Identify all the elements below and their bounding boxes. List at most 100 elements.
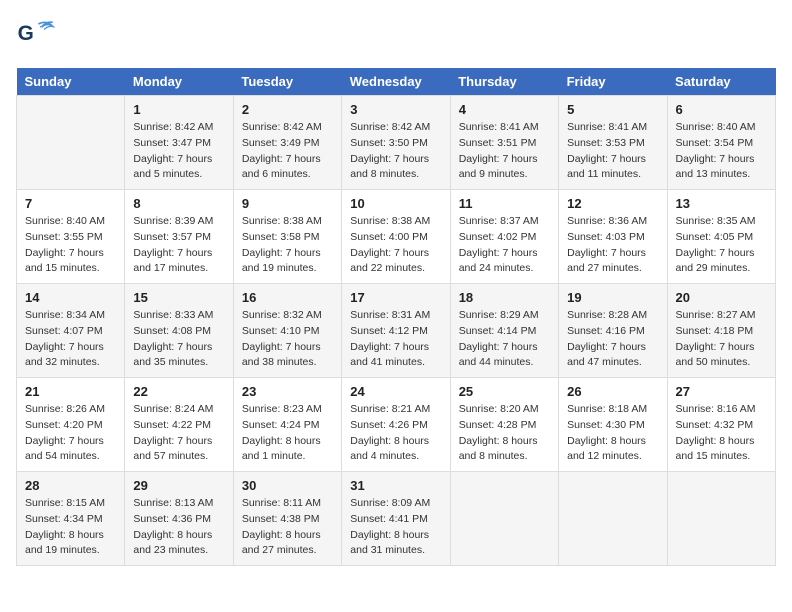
sunrise-text: Sunrise: 8:28 AM	[567, 308, 658, 324]
day-number: 2	[242, 102, 333, 117]
daylight-text: Daylight: 7 hours and 13 minutes.	[676, 152, 767, 184]
day-info: Sunrise: 8:41 AMSunset: 3:53 PMDaylight:…	[567, 120, 658, 183]
weekday-header-friday: Friday	[559, 68, 667, 96]
day-number: 15	[133, 290, 224, 305]
calendar-cell: 4Sunrise: 8:41 AMSunset: 3:51 PMDaylight…	[450, 96, 558, 190]
day-info: Sunrise: 8:40 AMSunset: 3:54 PMDaylight:…	[676, 120, 767, 183]
day-info: Sunrise: 8:42 AMSunset: 3:49 PMDaylight:…	[242, 120, 333, 183]
day-number: 7	[25, 196, 116, 211]
sunset-text: Sunset: 4:41 PM	[350, 512, 441, 528]
calendar-cell: 24Sunrise: 8:21 AMSunset: 4:26 PMDayligh…	[342, 378, 450, 472]
daylight-text: Daylight: 7 hours and 50 minutes.	[676, 340, 767, 372]
calendar-cell: 2 Sunrise: 8:42 AMSunset: 3:49 PMDaylight…	[233, 96, 341, 190]
sunrise-text: Sunrise: 8:42 AM	[242, 120, 333, 136]
day-number: 4	[459, 102, 550, 117]
daylight-text: Daylight: 8 hours and 15 minutes.	[676, 434, 767, 466]
sunset-text: Sunset: 3:57 PM	[133, 230, 224, 246]
calendar-cell: 18Sunrise: 8:29 AMSunset: 4:14 PMDayligh…	[450, 284, 558, 378]
sunset-text: Sunset: 4:08 PM	[133, 324, 224, 340]
weekday-header-tuesday: Tuesday	[233, 68, 341, 96]
calendar-cell: 12Sunrise: 8:36 AMSunset: 4:03 PMDayligh…	[559, 190, 667, 284]
sunrise-text: Sunrise: 8:16 AM	[676, 402, 767, 418]
calendar-cell: 29Sunrise: 8:13 AMSunset: 4:36 PMDayligh…	[125, 472, 233, 566]
calendar-header-row: SundayMondayTuesdayWednesdayThursdayFrid…	[17, 68, 776, 96]
calendar-cell: 9 Sunrise: 8:38 AMSunset: 3:58 PMDaylight…	[233, 190, 341, 284]
sunrise-text: Sunrise: 8:42 AM	[133, 120, 224, 136]
day-number: 30	[242, 478, 333, 493]
daylight-text: Daylight: 7 hours and 11 minutes.	[567, 152, 658, 184]
sunrise-text: Sunrise: 8:40 AM	[25, 214, 116, 230]
daylight-text: Daylight: 7 hours and 57 minutes.	[133, 434, 224, 466]
day-info: Sunrise: 8:15 AMSunset: 4:34 PMDaylight:…	[25, 496, 116, 559]
page-header: G	[16, 16, 776, 56]
sunset-text: Sunset: 4:18 PM	[676, 324, 767, 340]
weekday-header-sunday: Sunday	[17, 68, 125, 96]
daylight-text: Daylight: 8 hours and 1 minute.	[242, 434, 333, 466]
daylight-text: Daylight: 7 hours and 27 minutes.	[567, 246, 658, 278]
day-number: 28	[25, 478, 116, 493]
calendar-cell: 30Sunrise: 8:11 AMSunset: 4:38 PMDayligh…	[233, 472, 341, 566]
day-number: 11	[459, 196, 550, 211]
calendar-week-row: 7Sunrise: 8:40 AMSunset: 3:55 PMDaylight…	[17, 190, 776, 284]
day-info: Sunrise: 8:29 AMSunset: 4:14 PMDaylight:…	[459, 308, 550, 371]
calendar-cell: 10Sunrise: 8:38 AMSunset: 4:00 PMDayligh…	[342, 190, 450, 284]
calendar-cell: 27 Sunrise: 8:16 AMSunset: 4:32 PMDayligh…	[667, 378, 775, 472]
day-number: 17	[350, 290, 441, 305]
daylight-text: Daylight: 7 hours and 35 minutes.	[133, 340, 224, 372]
sunset-text: Sunset: 3:54 PM	[676, 136, 767, 152]
day-number: 10	[350, 196, 441, 211]
daylight-text: Daylight: 7 hours and 5 minutes.	[133, 152, 224, 184]
logo: G	[16, 16, 58, 56]
sunrise-text: Sunrise: 8:21 AM	[350, 402, 441, 418]
day-info: Sunrise: 8:39 AMSunset: 3:57 PMDaylight:…	[133, 214, 224, 277]
daylight-text: Daylight: 7 hours and 22 minutes.	[350, 246, 441, 278]
calendar-cell: 28 Sunrise: 8:15 AMSunset: 4:34 PMDayligh…	[17, 472, 125, 566]
day-info: Sunrise: 8:28 AMSunset: 4:16 PMDaylight:…	[567, 308, 658, 371]
calendar-cell	[667, 472, 775, 566]
day-number: 12	[567, 196, 658, 211]
sunrise-text: Sunrise: 8:31 AM	[350, 308, 441, 324]
sunset-text: Sunset: 4:02 PM	[459, 230, 550, 246]
day-info: Sunrise: 8:32 AMSunset: 4:10 PMDaylight:…	[242, 308, 333, 371]
sunrise-text: Sunrise: 8:36 AM	[567, 214, 658, 230]
day-number: 24	[350, 384, 441, 399]
calendar-cell: 31Sunrise: 8:09 AMSunset: 4:41 PMDayligh…	[342, 472, 450, 566]
day-info: Sunrise: 8:38 AMSunset: 3:58 PMDaylight:…	[242, 214, 333, 277]
day-info: Sunrise: 8:35 AMSunset: 4:05 PMDaylight:…	[676, 214, 767, 277]
day-number: 13	[676, 196, 767, 211]
day-info: Sunrise: 8:18 AMSunset: 4:30 PMDaylight:…	[567, 402, 658, 465]
daylight-text: Daylight: 7 hours and 47 minutes.	[567, 340, 658, 372]
svg-text:G: G	[18, 22, 34, 45]
daylight-text: Daylight: 7 hours and 44 minutes.	[459, 340, 550, 372]
day-info: Sunrise: 8:34 AMSunset: 4:07 PMDaylight:…	[25, 308, 116, 371]
sunset-text: Sunset: 4:32 PM	[676, 418, 767, 434]
sunrise-text: Sunrise: 8:38 AM	[242, 214, 333, 230]
day-number: 19	[567, 290, 658, 305]
day-info: Sunrise: 8:33 AMSunset: 4:08 PMDaylight:…	[133, 308, 224, 371]
daylight-text: Daylight: 7 hours and 6 minutes.	[242, 152, 333, 184]
calendar-cell: 26 Sunrise: 8:18 AMSunset: 4:30 PMDayligh…	[559, 378, 667, 472]
sunrise-text: Sunrise: 8:27 AM	[676, 308, 767, 324]
sunset-text: Sunset: 4:38 PM	[242, 512, 333, 528]
calendar-cell: 25Sunrise: 8:20 AMSunset: 4:28 PMDayligh…	[450, 378, 558, 472]
sunrise-text: Sunrise: 8:09 AM	[350, 496, 441, 512]
day-info: Sunrise: 8:24 AMSunset: 4:22 PMDaylight:…	[133, 402, 224, 465]
day-number: 27	[676, 384, 767, 399]
sunset-text: Sunset: 4:00 PM	[350, 230, 441, 246]
sunset-text: Sunset: 4:10 PM	[242, 324, 333, 340]
sunrise-text: Sunrise: 8:20 AM	[459, 402, 550, 418]
day-number: 9	[242, 196, 333, 211]
calendar-cell: 15 Sunrise: 8:33 AMSunset: 4:08 PMDayligh…	[125, 284, 233, 378]
day-number: 31	[350, 478, 441, 493]
sunset-text: Sunset: 4:05 PM	[676, 230, 767, 246]
calendar-cell: 3Sunrise: 8:42 AMSunset: 3:50 PMDaylight…	[342, 96, 450, 190]
day-number: 1	[133, 102, 224, 117]
day-number: 26	[567, 384, 658, 399]
day-number: 25	[459, 384, 550, 399]
day-number: 5	[567, 102, 658, 117]
daylight-text: Daylight: 7 hours and 29 minutes.	[676, 246, 767, 278]
sunrise-text: Sunrise: 8:23 AM	[242, 402, 333, 418]
sunset-text: Sunset: 4:26 PM	[350, 418, 441, 434]
day-info: Sunrise: 8:42 AMSunset: 3:50 PMDaylight:…	[350, 120, 441, 183]
sunset-text: Sunset: 3:50 PM	[350, 136, 441, 152]
